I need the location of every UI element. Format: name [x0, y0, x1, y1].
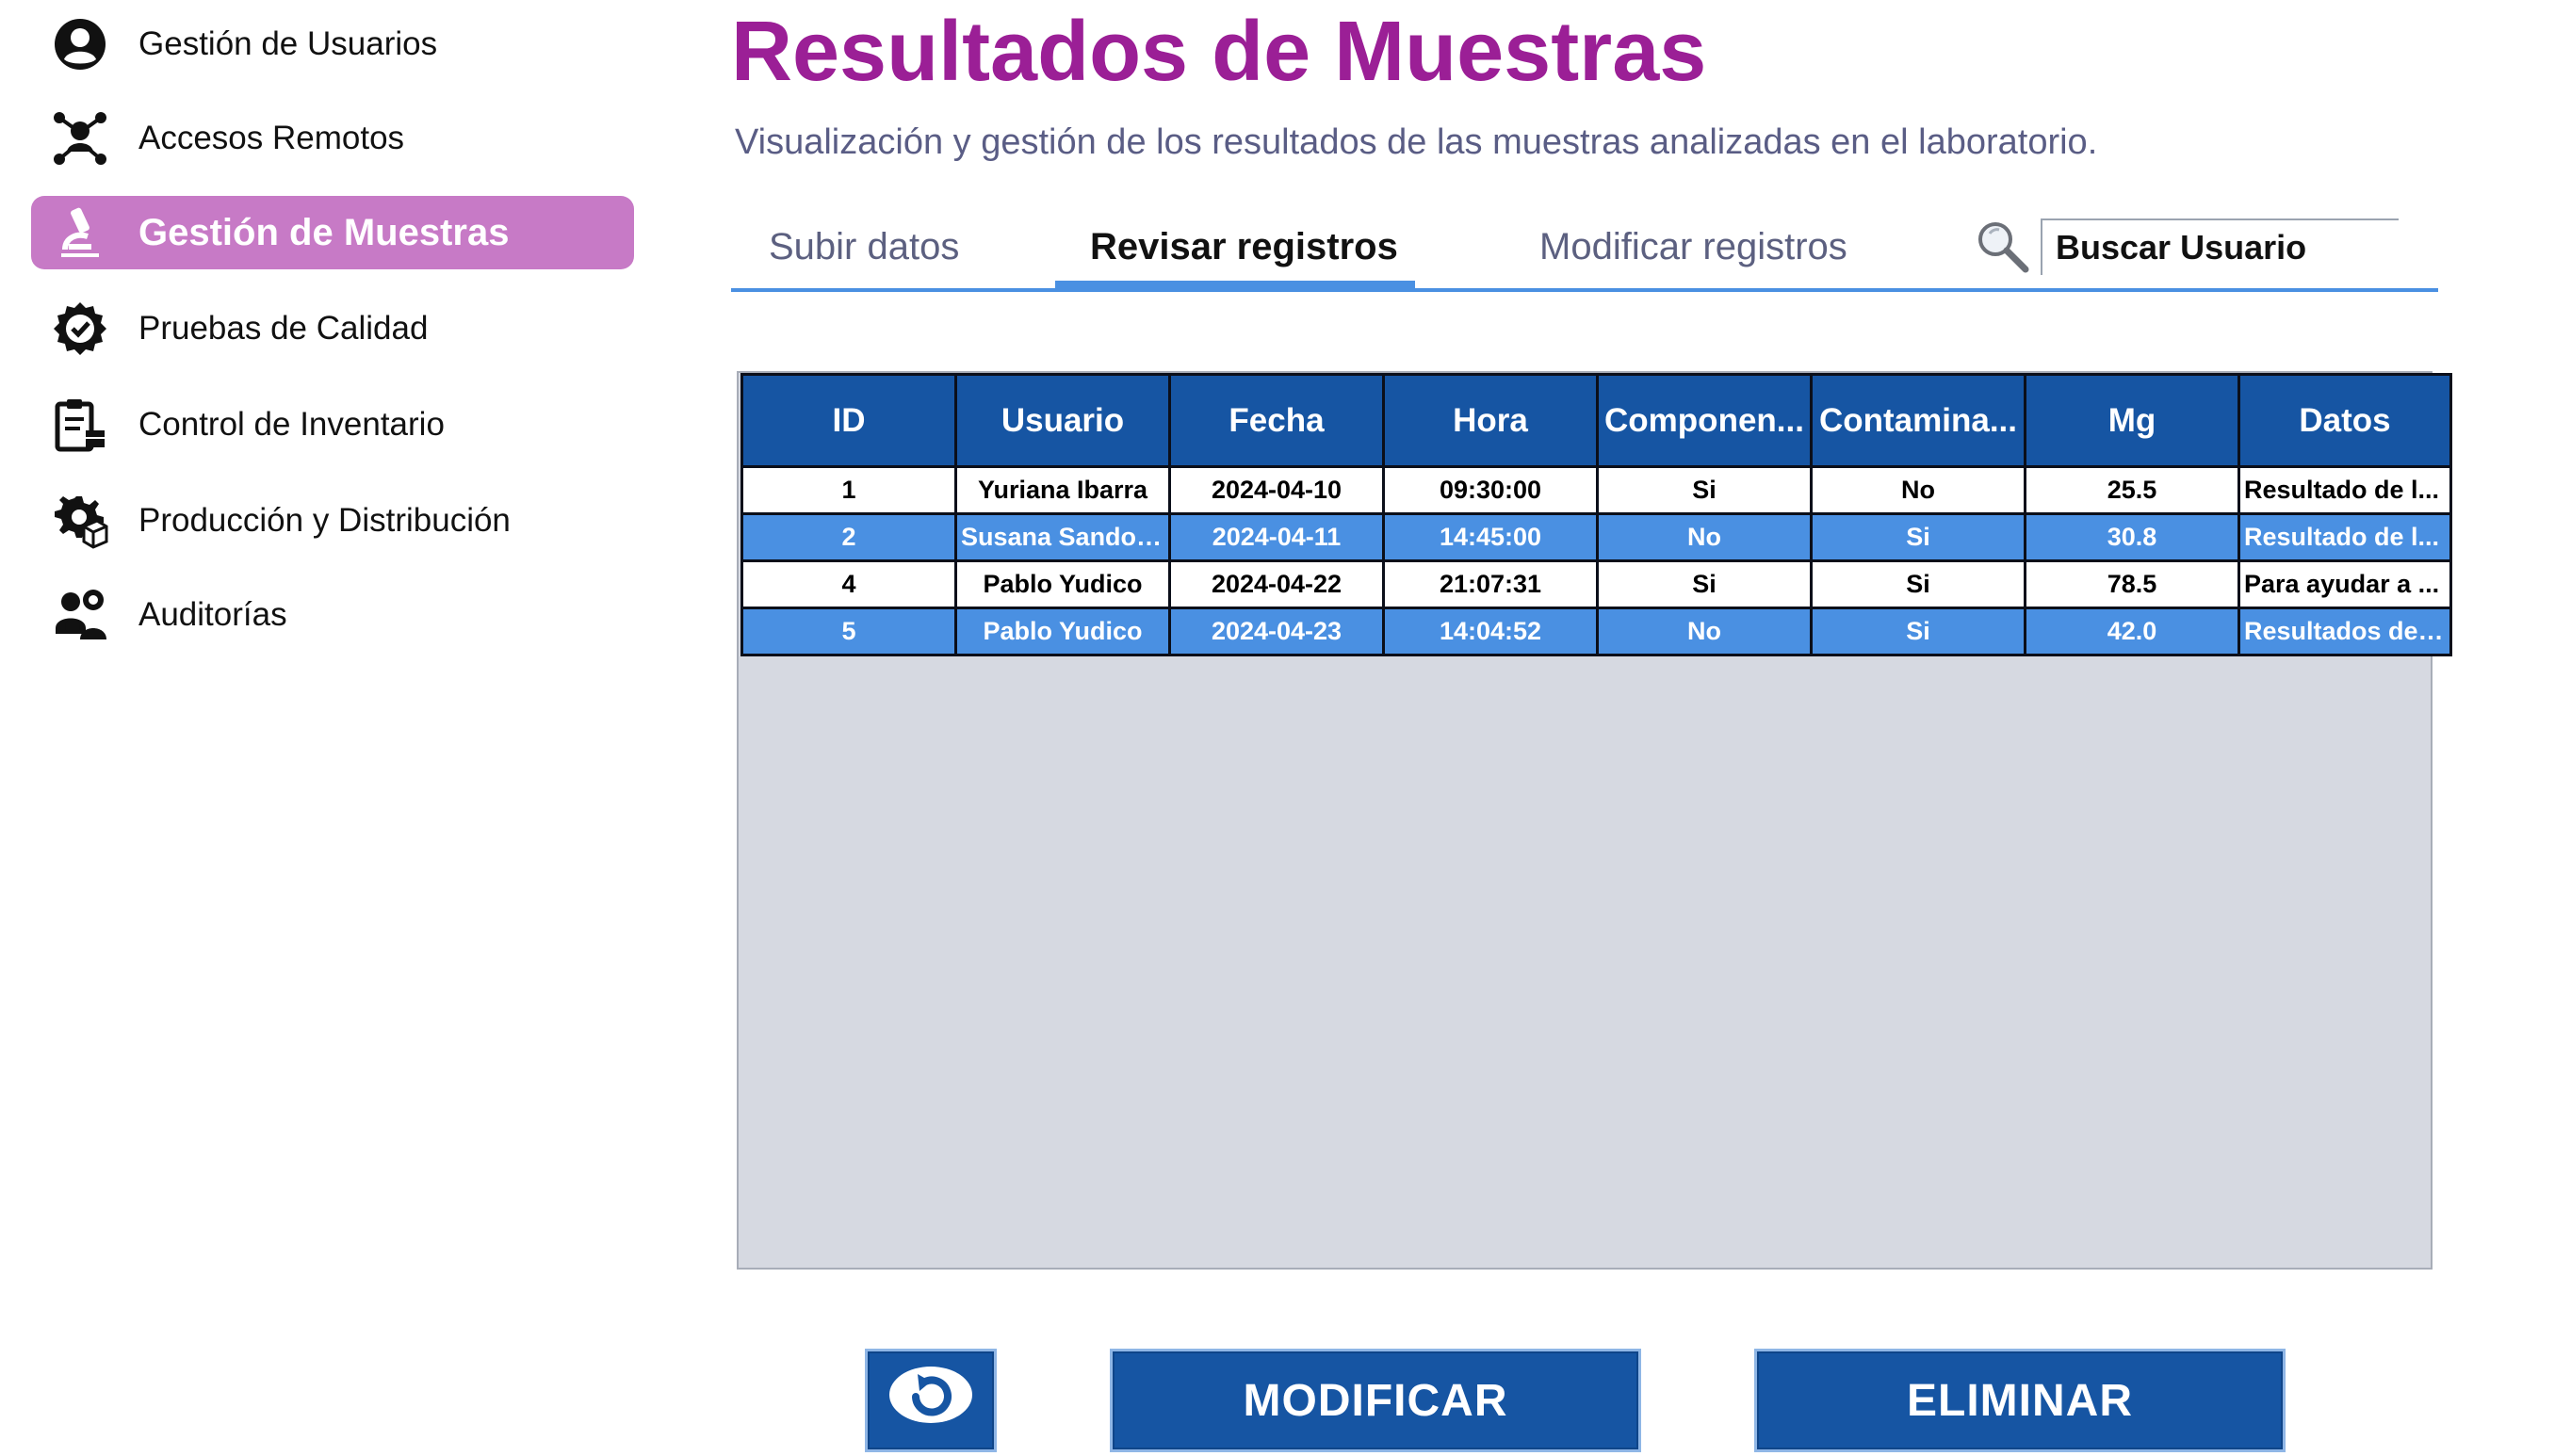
cell-usuario: Pablo Yudico: [954, 607, 1171, 656]
column-header-datos[interactable]: Datos: [2237, 373, 2452, 468]
cell-componente: No: [1596, 512, 1813, 562]
cell-mg: 30.8: [2024, 512, 2240, 562]
sidebar: Gestión de Usuarios Accesos Remotos Gest…: [0, 0, 659, 1456]
cell-contaminante: No: [1810, 465, 2026, 515]
sidebar-item-label: Gestión de Muestras: [138, 211, 510, 253]
cell-contaminante: Si: [1810, 607, 2026, 656]
active-tab-indicator: [1055, 281, 1415, 292]
records-table-panel: ID Usuario Fecha Hora Componen... Contam…: [737, 371, 2452, 1270]
sidebar-item-label: Accesos Remotos: [138, 120, 405, 156]
cell-fecha: 2024-04-22: [1168, 559, 1385, 609]
cell-usuario: Pablo Yudico: [954, 559, 1171, 609]
column-header-componente[interactable]: Componen...: [1596, 373, 1813, 468]
cell-datos: Resultados de ...: [2237, 607, 2452, 656]
cell-componente: Si: [1596, 465, 1813, 515]
quality-badge-icon: [50, 299, 110, 359]
table-row[interactable]: 5 Pablo Yudico 2024-04-23 14:04:52 No Si…: [740, 607, 2452, 656]
clipboard-inventory-icon: [50, 395, 110, 455]
cell-id: 5: [740, 607, 957, 656]
refresh-icon: [887, 1365, 974, 1436]
delete-button[interactable]: ELIMINAR: [1754, 1349, 2286, 1452]
cell-datos: Resultado de l...: [2237, 465, 2452, 515]
cell-usuario: Yuriana Ibarra: [954, 465, 1171, 515]
cell-fecha: 2024-04-10: [1168, 465, 1385, 515]
gear-box-icon: [50, 491, 110, 551]
people-audit-icon: [50, 585, 110, 645]
cell-fecha: 2024-04-11: [1168, 512, 1385, 562]
cell-componente: Si: [1596, 559, 1813, 609]
cell-mg: 25.5: [2024, 465, 2240, 515]
table-row[interactable]: 4 Pablo Yudico 2024-04-22 21:07:31 Si Si…: [740, 559, 2452, 609]
cell-contaminante: Si: [1810, 559, 2026, 609]
sidebar-item-gestion-usuarios[interactable]: Gestión de Usuarios: [31, 8, 634, 81]
column-header-fecha[interactable]: Fecha: [1168, 373, 1385, 468]
sidebar-item-produccion-distribucion[interactable]: Producción y Distribución: [31, 484, 634, 558]
sidebar-item-auditorias[interactable]: Auditorías: [31, 578, 634, 652]
tab-modificar-registros[interactable]: Modificar registros: [1539, 226, 1847, 268]
cell-hora: 09:30:00: [1382, 465, 1599, 515]
cell-mg: 78.5: [2024, 559, 2240, 609]
table-header-row: ID Usuario Fecha Hora Componen... Contam…: [740, 373, 2452, 468]
microscope-icon: [50, 202, 110, 263]
cell-mg: 42.0: [2024, 607, 2240, 656]
tab-revisar-registros[interactable]: Revisar registros: [1090, 226, 1398, 268]
records-table: ID Usuario Fecha Hora Componen... Contam…: [740, 373, 2452, 656]
modify-button[interactable]: MODIFICAR: [1110, 1349, 1641, 1452]
column-header-contaminante[interactable]: Contamina...: [1810, 373, 2026, 468]
cell-datos: Para ayudar a ...: [2237, 559, 2452, 609]
sidebar-item-label: Auditorías: [138, 596, 287, 633]
column-header-id[interactable]: ID: [740, 373, 957, 468]
cell-hora: 14:04:52: [1382, 607, 1599, 656]
sidebar-item-label: Gestión de Usuarios: [138, 25, 438, 62]
remote-access-icon: [50, 108, 110, 169]
page-title: Resultados de Muestras: [731, 5, 1707, 99]
cell-usuario: Susana Sandoval: [954, 512, 1171, 562]
user-circle-icon: [50, 14, 110, 74]
refresh-button[interactable]: [865, 1349, 997, 1452]
sidebar-item-pruebas-calidad[interactable]: Pruebas de Calidad: [31, 292, 634, 365]
cell-contaminante: Si: [1810, 512, 2026, 562]
page-subtitle: Visualización y gestión de los resultado…: [735, 122, 2098, 162]
search-input[interactable]: [2041, 218, 2399, 275]
table-row[interactable]: 1 Yuriana Ibarra 2024-04-10 09:30:00 Si …: [740, 465, 2452, 515]
cell-fecha: 2024-04-23: [1168, 607, 1385, 656]
column-header-hora[interactable]: Hora: [1382, 373, 1599, 468]
column-header-mg[interactable]: Mg: [2024, 373, 2240, 468]
sidebar-item-label: Pruebas de Calidad: [138, 310, 429, 347]
sidebar-item-label: Control de Inventario: [138, 406, 445, 443]
tab-subir-datos[interactable]: Subir datos: [769, 226, 959, 268]
cell-componente: No: [1596, 607, 1813, 656]
sidebar-item-accesos-remotos[interactable]: Accesos Remotos: [31, 102, 634, 175]
cell-id: 4: [740, 559, 957, 609]
cell-hora: 21:07:31: [1382, 559, 1599, 609]
cell-id: 1: [740, 465, 957, 515]
sidebar-item-gestion-muestras[interactable]: Gestión de Muestras: [31, 196, 634, 269]
cell-id: 2: [740, 512, 957, 562]
cell-hora: 14:45:00: [1382, 512, 1599, 562]
sidebar-item-control-inventario[interactable]: Control de Inventario: [31, 388, 634, 461]
table-row[interactable]: 2 Susana Sandoval 2024-04-11 14:45:00 No…: [740, 512, 2452, 562]
tabs-divider: [731, 288, 2438, 292]
cell-datos: Resultado de l...: [2237, 512, 2452, 562]
column-header-usuario[interactable]: Usuario: [954, 373, 1171, 468]
sidebar-item-label: Producción y Distribución: [138, 502, 511, 539]
search-icon[interactable]: [1975, 218, 2031, 275]
